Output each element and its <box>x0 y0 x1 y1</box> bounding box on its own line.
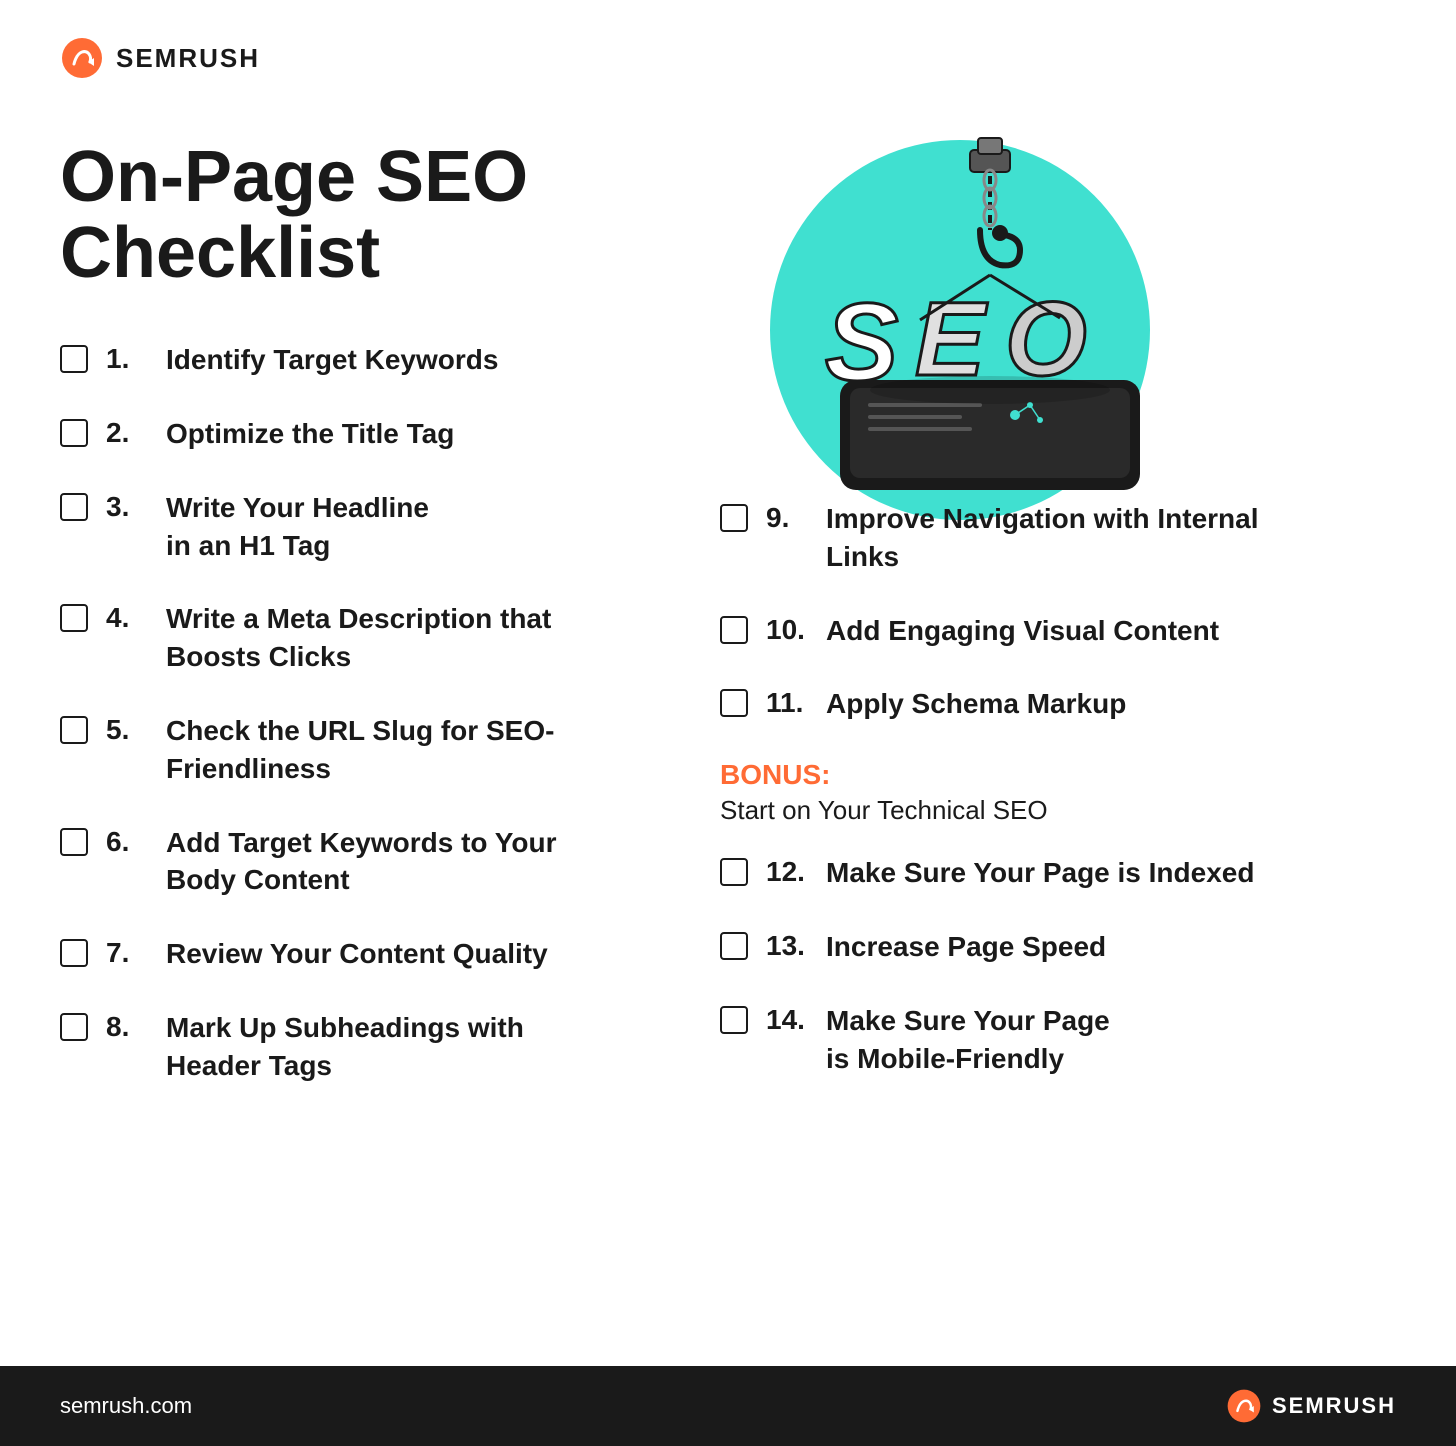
checkbox-14[interactable] <box>720 1006 748 1034</box>
item-text-1: Identify Target Keywords <box>166 341 498 379</box>
checkbox-6[interactable] <box>60 828 88 856</box>
checklist-left: 1. Identify Target Keywords 2. Optimize … <box>60 341 720 1084</box>
semrush-logo-icon <box>60 36 104 80</box>
item-number-10: 10. <box>766 614 808 646</box>
list-item: 12. Make Sure Your Page is Indexed <box>720 854 1396 892</box>
item-number-8: 8. <box>106 1011 148 1043</box>
logo-text: SEMRUSH <box>116 43 260 74</box>
item-number-12: 12. <box>766 856 808 888</box>
checkbox-4[interactable] <box>60 604 88 632</box>
list-item: 3. Write Your Headlinein an H1 Tag <box>60 489 720 565</box>
item-number-14: 14. <box>766 1004 808 1036</box>
item-text-13: Increase Page Speed <box>826 928 1106 966</box>
footer-logo-text: SEMRUSH <box>1272 1393 1396 1419</box>
list-item: 4. Write a Meta Description thatBoosts C… <box>60 600 720 676</box>
main-content: On-Page SEO Checklist 1. Identify Target… <box>0 80 1456 1161</box>
page-wrapper: SEMRUSH On-Page SEO Checklist 1. Identif… <box>0 0 1456 1446</box>
right-area: S E O <box>720 120 1396 1121</box>
item-text-4: Write a Meta Description thatBoosts Clic… <box>166 600 551 676</box>
bonus-label: BONUS: <box>720 759 1396 791</box>
item-number-11: 11. <box>766 687 808 719</box>
left-col: On-Page SEO Checklist 1. Identify Target… <box>60 120 720 1121</box>
item-text-6: Add Target Keywords to YourBody Content <box>166 824 556 900</box>
checkbox-2[interactable] <box>60 419 88 447</box>
checkbox-8[interactable] <box>60 1013 88 1041</box>
checkbox-5[interactable] <box>60 716 88 744</box>
list-item: 8. Mark Up Subheadings withHeader Tags <box>60 1009 720 1085</box>
bonus-section: BONUS: Start on Your Technical SEO <box>720 759 1396 826</box>
checkbox-11[interactable] <box>720 689 748 717</box>
item-text-8: Mark Up Subheadings withHeader Tags <box>166 1009 524 1085</box>
item-text-7: Review Your Content Quality <box>166 935 548 973</box>
checkbox-13[interactable] <box>720 932 748 960</box>
footer-url: semrush.com <box>60 1393 192 1419</box>
item-number-4: 4. <box>106 602 148 634</box>
footer-logo: SEMRUSH <box>1226 1388 1396 1424</box>
footer-logo-icon <box>1226 1388 1262 1424</box>
item-number-1: 1. <box>106 343 148 375</box>
seo-illustration: S E O <box>720 120 1200 540</box>
item-number-3: 3. <box>106 491 148 523</box>
page-title: On-Page SEO Checklist <box>60 140 720 291</box>
checkbox-3[interactable] <box>60 493 88 521</box>
list-item: 14. Make Sure Your Pageis Mobile-Friendl… <box>720 1002 1396 1078</box>
bonus-description: Start on Your Technical SEO <box>720 795 1396 826</box>
item-text-12: Make Sure Your Page is Indexed <box>826 854 1254 892</box>
item-number-7: 7. <box>106 937 148 969</box>
list-item: 6. Add Target Keywords to YourBody Conte… <box>60 824 720 900</box>
item-text-5: Check the URL Slug for SEO-Friendliness <box>166 712 554 788</box>
item-number-6: 6. <box>106 826 148 858</box>
list-item: 2. Optimize the Title Tag <box>60 415 720 453</box>
footer: semrush.com SEMRUSH <box>0 1366 1456 1446</box>
item-text-10: Add Engaging Visual Content <box>826 612 1219 650</box>
item-number-5: 5. <box>106 714 148 746</box>
item-text-3: Write Your Headlinein an H1 Tag <box>166 489 429 565</box>
checklist-right: 9. Improve Navigation with InternalLinks… <box>720 500 1396 1113</box>
list-item: 10. Add Engaging Visual Content <box>720 612 1396 650</box>
item-text-14: Make Sure Your Pageis Mobile-Friendly <box>826 1002 1110 1078</box>
list-item: 11. Apply Schema Markup <box>720 685 1396 723</box>
item-number-13: 13. <box>766 930 808 962</box>
item-text-2: Optimize the Title Tag <box>166 415 454 453</box>
illustration-container: S E O <box>720 120 1200 540</box>
item-text-11: Apply Schema Markup <box>826 685 1126 723</box>
list-item: 7. Review Your Content Quality <box>60 935 720 973</box>
checkbox-12[interactable] <box>720 858 748 886</box>
list-item: 5. Check the URL Slug for SEO-Friendline… <box>60 712 720 788</box>
checkbox-7[interactable] <box>60 939 88 967</box>
checkbox-1[interactable] <box>60 345 88 373</box>
list-item: 1. Identify Target Keywords <box>60 341 720 379</box>
list-item: 13. Increase Page Speed <box>720 928 1396 966</box>
checkbox-10[interactable] <box>720 616 748 644</box>
item-number-2: 2. <box>106 417 148 449</box>
logo-area: SEMRUSH <box>0 0 1456 80</box>
